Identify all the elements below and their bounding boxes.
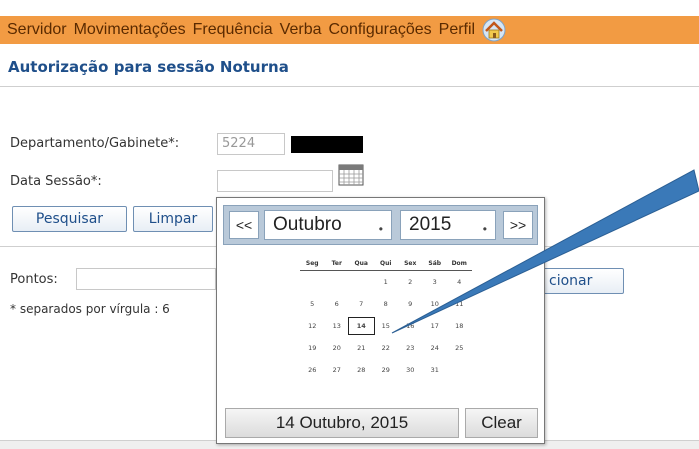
weekday-header: Seg Ter Qua Qui Sex Sáb Dom [300, 260, 472, 271]
calendar-day[interactable]: 16 [398, 322, 423, 330]
calendar-day[interactable]: 10 [423, 300, 448, 308]
calendar-day[interactable]: 5 [300, 300, 325, 308]
adicionar-button[interactable]: cionar [540, 268, 624, 294]
calendar-day[interactable]: 27 [325, 366, 350, 374]
calendar-day[interactable]: 9 [398, 300, 423, 308]
today-button[interactable]: 14 Outubro, 2015 [225, 408, 459, 438]
prev-month-button[interactable]: << [229, 211, 259, 239]
date-picker-popup: << Outubro • 2015 • >> Seg Ter Qua Qui S… [216, 197, 545, 444]
chevron-down-icon: • [482, 222, 487, 236]
weekday-label: Sáb [428, 260, 442, 267]
departamento-field[interactable]: 5224 [217, 133, 285, 155]
menu-item-verba[interactable]: Verba [280, 21, 322, 39]
calendar-day[interactable]: 11 [447, 300, 472, 308]
calendar-day[interactable]: 31 [423, 366, 448, 374]
calendar-day[interactable]: 3 [423, 278, 448, 286]
weekday-label: Dom [451, 260, 467, 267]
weekday-label: Seg [305, 260, 319, 267]
calendar-day[interactable]: 21 [349, 344, 374, 352]
month-select-value: Outubro [273, 214, 342, 235]
weekday-label: Sex [404, 260, 417, 267]
calendar-day[interactable]: 13 [325, 322, 350, 330]
weekday-label: Qua [354, 260, 368, 267]
calendar-day[interactable]: 30 [398, 366, 423, 374]
calendar-day[interactable]: 15 [374, 322, 399, 330]
calendar-icon[interactable] [338, 164, 364, 186]
calendar-week-row: 26 27 28 29 30 31 [300, 359, 472, 381]
title-divider [0, 86, 699, 87]
calendar-day[interactable]: 12 [300, 322, 325, 330]
calendar-day[interactable]: 24 [423, 344, 448, 352]
calendar-day[interactable]: 18 [447, 322, 472, 330]
window-top-edge [0, 0, 699, 17]
chevron-down-icon: • [378, 222, 383, 236]
data-sessao-label: Data Sessão*: [10, 174, 102, 189]
calendar-day[interactable]: 2 [398, 278, 423, 286]
weekday-label: Ter [331, 260, 342, 267]
main-menu: Servidor Movimentações Frequência Verba … [7, 18, 507, 42]
calendar-day[interactable]: 23 [398, 344, 423, 352]
calendar-day[interactable]: 7 [349, 300, 374, 308]
year-select-value: 2015 [409, 214, 452, 235]
calendar-day[interactable]: 29 [374, 366, 399, 374]
weekday-label: Qui [380, 260, 392, 267]
calendar-grid: Seg Ter Qua Qui Sex Sáb Dom 1 2 3 4 5 6 7 8 9 10 1… [300, 260, 472, 381]
top-menu-bar: Servidor Movimentações Frequência Verba … [0, 0, 699, 44]
calendar-day[interactable]: 28 [349, 366, 374, 374]
calendar-day[interactable]: 25 [447, 344, 472, 352]
home-icon[interactable] [481, 18, 507, 42]
calendar-week-row: 12 13 14 15 16 17 18 [300, 315, 472, 337]
menu-item-perfil[interactable]: Perfil [439, 21, 475, 39]
calendar-day[interactable]: 1 [374, 278, 399, 286]
date-picker-footer: 14 Outubro, 2015 Clear [225, 408, 538, 438]
redacted-department-name [291, 136, 363, 153]
calendar-week-row: 5 6 7 8 9 10 11 [300, 293, 472, 315]
calendar-day[interactable]: 8 [374, 300, 399, 308]
menu-item-frequencia[interactable]: Frequência [193, 21, 273, 39]
calendar-week-row: 1234 [300, 271, 472, 293]
pontos-hint: * separados por vírgula : 6 [10, 302, 170, 316]
date-picker-header: << Outubro • 2015 • >> [223, 205, 538, 245]
menu-item-configuracoes[interactable]: Configurações [328, 21, 431, 39]
pontos-field[interactable] [76, 268, 216, 290]
calendar-day[interactable]: 6 [325, 300, 350, 308]
calendar-day[interactable]: 22 [374, 344, 399, 352]
next-month-button[interactable]: >> [503, 211, 533, 239]
clear-button[interactable]: Clear [465, 408, 538, 438]
calendar-day[interactable]: 4 [447, 278, 472, 286]
calendar-day[interactable]: 19 [300, 344, 325, 352]
calendar-day[interactable]: 17 [423, 322, 448, 330]
year-select[interactable]: 2015 • [400, 210, 496, 240]
menu-item-movimentacoes[interactable]: Movimentações [74, 21, 186, 39]
page-title: Autorização para sessão Noturna [8, 58, 289, 76]
pesquisar-button[interactable]: Pesquisar [12, 206, 127, 232]
limpar-button[interactable]: Limpar [133, 206, 213, 232]
data-sessao-field[interactable] [217, 170, 333, 192]
calendar-day-today[interactable]: 14 [348, 317, 375, 335]
calendar-weeks: 1 2 3 4 5 6 7 8 9 10 11 12 13 14 15 16 17 18 19 20 21 22 23 24 2… [300, 271, 472, 381]
menu-item-servidor[interactable]: Servidor [7, 21, 67, 39]
calendar-day[interactable]: 26 [300, 366, 325, 374]
departamento-label: Departamento/Gabinete*: [10, 136, 180, 151]
pontos-label: Pontos: [10, 272, 58, 287]
calendar-week-row: 19 20 21 22 23 24 25 [300, 337, 472, 359]
month-select[interactable]: Outubro • [264, 210, 392, 240]
calendar-day[interactable]: 20 [325, 344, 350, 352]
